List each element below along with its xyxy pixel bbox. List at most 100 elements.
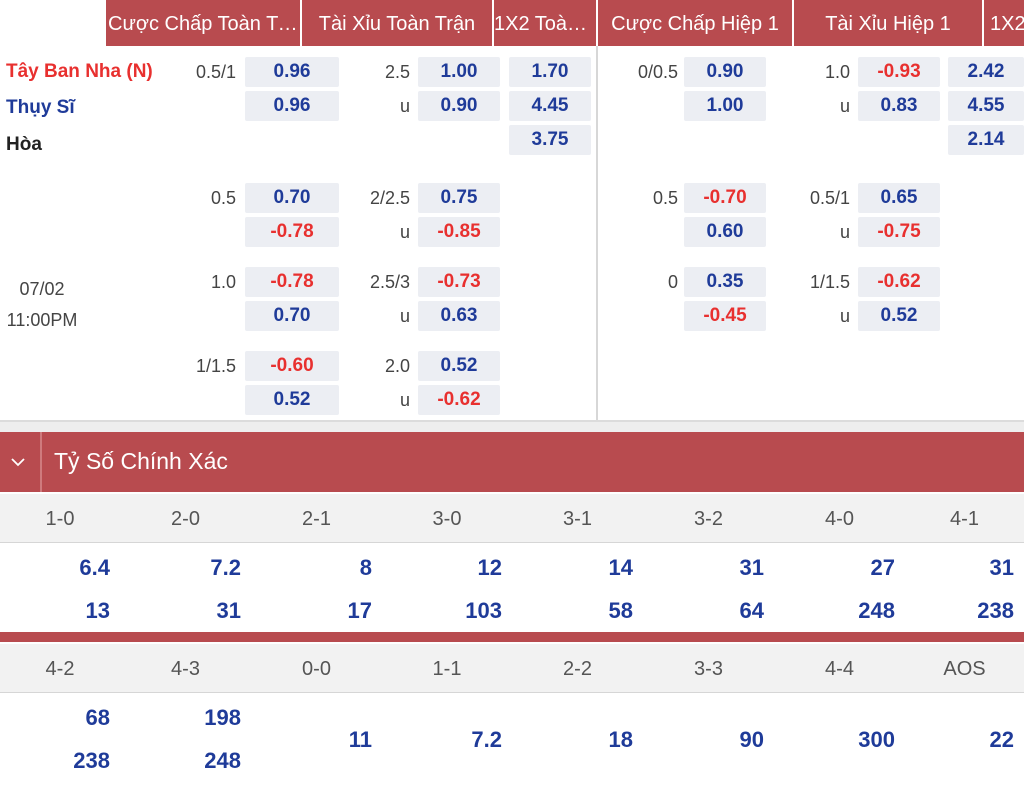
ft-total-odds[interactable]: -0.85 [418, 217, 500, 247]
score-odds-away[interactable]: 248 [141, 748, 241, 774]
score-odds-away[interactable]: 17 [272, 598, 372, 624]
ft-total-odds[interactable]: 1.00 [418, 57, 500, 87]
score-odds-away[interactable]: 58 [533, 598, 633, 624]
h1-total-odds[interactable]: -0.62 [858, 267, 940, 297]
h1-handicap-line: 0.5 [652, 188, 678, 208]
header-h1-1x2[interactable]: 1X2 Hiệp 1 [984, 0, 1024, 46]
score-odds-home[interactable]: 31 [914, 555, 1014, 581]
ft-1x2-odds[interactable]: 1.70 [509, 57, 591, 87]
score-label: AOS [905, 644, 1024, 692]
h1-handicap-odds[interactable]: -0.45 [684, 301, 766, 331]
score-odds-away[interactable]: 238 [10, 748, 110, 774]
ft-handicap-odds[interactable]: 0.52 [245, 385, 339, 415]
score-odds-home[interactable]: 6.4 [10, 555, 110, 581]
ft-total-odds[interactable]: 0.90 [418, 91, 500, 121]
section-divider [0, 632, 1024, 642]
score-odds-away[interactable]: 103 [402, 598, 502, 624]
ft-handicap-odds[interactable]: 0.96 [245, 57, 339, 87]
header-h1-handicap[interactable]: Cược Chấp Hiệp 1 [600, 0, 790, 46]
score-odds[interactable]: 90 [664, 727, 764, 753]
score-odds[interactable]: 300 [795, 727, 895, 753]
ft-total-odds[interactable]: 0.52 [418, 351, 500, 381]
h1-total-odds[interactable]: 0.52 [858, 301, 940, 331]
score-label: 2-1 [251, 494, 383, 542]
h1-1x2-odds[interactable]: 2.42 [948, 57, 1024, 87]
score-label: 3-2 [643, 494, 775, 542]
ft-total-line: 2.5 [384, 62, 410, 82]
h1-handicap-odds[interactable]: -0.70 [684, 183, 766, 213]
score-odds-home[interactable]: 27 [795, 555, 895, 581]
ft-total-odds[interactable]: -0.62 [418, 385, 500, 415]
h1-1x2-odds[interactable]: 2.14 [948, 125, 1024, 155]
ft-total-line: 2/2.5 [369, 188, 410, 208]
header-ft-1x2[interactable]: 1X2 Toàn Trận [494, 0, 596, 46]
h1-1x2-odds[interactable]: 4.55 [948, 91, 1024, 121]
score-label: 3-0 [382, 494, 513, 542]
ft-under-label: u [399, 222, 410, 242]
score-odds[interactable]: 18 [533, 727, 633, 753]
score-label: 0-0 [251, 644, 383, 692]
chevron-down-icon[interactable] [6, 450, 30, 474]
h1-total-odds[interactable]: 0.65 [858, 183, 940, 213]
score-odds-home[interactable]: 68 [10, 705, 110, 731]
score-odds[interactable]: 22 [914, 727, 1014, 753]
ft-handicap-line: 0.5/1 [195, 62, 236, 82]
h1-total-odds[interactable]: -0.93 [858, 57, 940, 87]
h1-handicap-odds[interactable]: 1.00 [684, 91, 766, 121]
score-label: 4-2 [0, 644, 121, 692]
ft-handicap-odds[interactable]: -0.78 [245, 267, 339, 297]
score-odds-home[interactable]: 198 [141, 705, 241, 731]
ft-handicap-odds[interactable]: 0.70 [245, 301, 339, 331]
score-label: 1-1 [382, 644, 513, 692]
score-label: 3-1 [512, 494, 644, 542]
score-label: 2-0 [120, 494, 252, 542]
score-odds-home[interactable]: 31 [664, 555, 764, 581]
score-label: 3-3 [643, 644, 775, 692]
header-separator [40, 432, 42, 492]
header-separator [596, 0, 598, 46]
h1-handicap-line: 0 [667, 272, 678, 292]
section-gap [0, 422, 1024, 432]
header-h1-over-under[interactable]: Tài Xỉu Hiệp 1 [794, 0, 982, 46]
ft-1x2-odds[interactable]: 3.75 [509, 125, 591, 155]
ft-handicap-odds[interactable]: -0.78 [245, 217, 339, 247]
ft-total-odds[interactable]: -0.73 [418, 267, 500, 297]
score-odds-home[interactable]: 14 [533, 555, 633, 581]
score-odds-away[interactable]: 31 [141, 598, 241, 624]
ft-handicap-line: 1/1.5 [195, 356, 236, 376]
score-odds-away[interactable]: 238 [914, 598, 1014, 624]
score-label: 4-4 [774, 644, 906, 692]
score-label: 4-0 [774, 494, 906, 542]
score-odds-away[interactable]: 64 [664, 598, 764, 624]
ft-total-odds[interactable]: 0.75 [418, 183, 500, 213]
half-divider [596, 46, 598, 422]
divider [0, 542, 1024, 543]
h1-handicap-odds[interactable]: 0.35 [684, 267, 766, 297]
h1-under-label: u [839, 96, 850, 116]
score-odds-home[interactable]: 12 [402, 555, 502, 581]
score-odds-away[interactable]: 248 [795, 598, 895, 624]
ft-1x2-odds[interactable]: 4.45 [509, 91, 591, 121]
ft-handicap-odds[interactable]: 0.70 [245, 183, 339, 213]
score-odds[interactable]: 7.2 [402, 727, 502, 753]
h1-handicap-odds[interactable]: 0.60 [684, 217, 766, 247]
score-odds[interactable]: 11 [272, 727, 372, 753]
ft-total-line: 2.5/3 [369, 272, 410, 292]
ft-handicap-odds[interactable]: -0.60 [245, 351, 339, 381]
score-odds-home[interactable]: 7.2 [141, 555, 241, 581]
away-team-name: Thụy Sĩ [6, 97, 75, 118]
h1-total-odds[interactable]: -0.75 [858, 217, 940, 247]
correct-score-title: Tỷ Số Chính Xác [54, 448, 228, 474]
score-odds-away[interactable]: 13 [10, 598, 110, 624]
h1-total-line: 1.0 [824, 62, 850, 82]
h1-handicap-line: 0/0.5 [637, 62, 678, 82]
ft-total-line: 2.0 [384, 356, 410, 376]
ft-under-label: u [399, 390, 410, 410]
h1-total-odds[interactable]: 0.83 [858, 91, 940, 121]
ft-handicap-odds[interactable]: 0.96 [245, 91, 339, 121]
ft-total-odds[interactable]: 0.63 [418, 301, 500, 331]
h1-handicap-odds[interactable]: 0.90 [684, 57, 766, 87]
score-odds-home[interactable]: 8 [272, 555, 372, 581]
header-ft-handicap[interactable]: Cược Chấp Toàn Trận [108, 0, 300, 46]
header-ft-over-under[interactable]: Tài Xỉu Toàn Trận [302, 0, 492, 46]
